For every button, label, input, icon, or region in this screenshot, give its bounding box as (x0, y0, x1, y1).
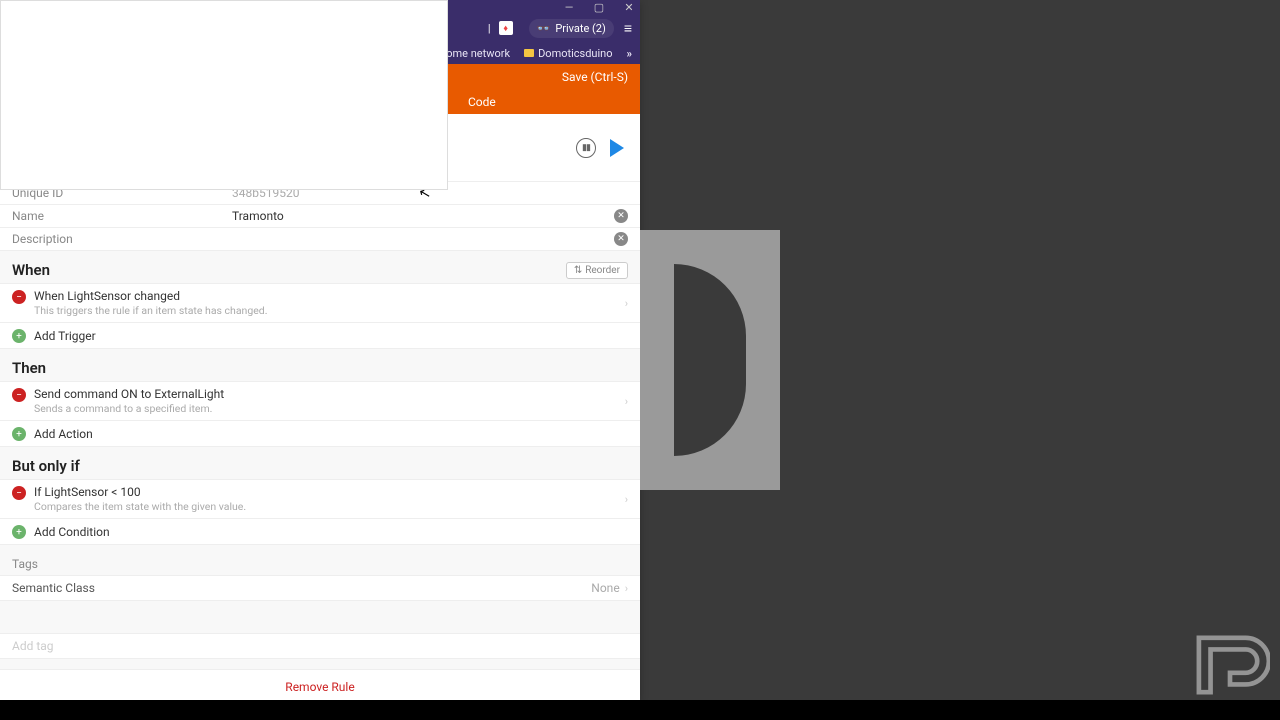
section-butonlyif: But only if (0, 447, 640, 479)
section-when: When ⇅ Reorder (0, 251, 640, 283)
add-icon: + (12, 427, 26, 441)
semantic-class-value: None (591, 581, 619, 595)
pause-button[interactable]: ▮▮ (576, 138, 596, 158)
chevron-right-icon: › (625, 582, 628, 595)
watermark-logo (1190, 630, 1270, 700)
when-heading: When (12, 261, 566, 279)
maximize-button[interactable]: ▢ (594, 2, 604, 12)
reorder-button[interactable]: ⇅ Reorder (566, 262, 628, 279)
chevron-right-icon: › (625, 297, 628, 310)
semantic-class-row[interactable]: Semantic Class None › (0, 575, 640, 601)
action-item[interactable]: − Send command ON to ExternalLight Sends… (0, 381, 640, 421)
name-label: Name (12, 209, 232, 223)
folder-icon (524, 49, 534, 57)
description-label: Description (12, 232, 232, 246)
glasses-icon: 👓 (537, 22, 551, 35)
private-label: Private (2) (555, 22, 606, 35)
background-logo (640, 230, 780, 490)
tab-code[interactable]: Code (468, 95, 496, 109)
field-description[interactable]: Description ✕ (0, 228, 640, 251)
remove-condition-icon[interactable]: − (12, 486, 26, 500)
add-action-button[interactable]: + Add Action (0, 421, 640, 447)
add-tag-input[interactable]: Add tag (0, 633, 640, 659)
clear-name-icon[interactable]: ✕ (614, 209, 628, 223)
add-condition-button[interactable]: + Add Condition (0, 519, 640, 545)
condition-subtitle: Compares the item state with the given v… (34, 500, 619, 513)
bottom-black-bar (0, 700, 1280, 720)
trigger-item[interactable]: − When LightSensor changed This triggers… (0, 283, 640, 323)
remove-trigger-icon[interactable]: − (12, 290, 26, 304)
rule-editor-content: Unique ID 348b519520 Name Tramonto ✕ Des… (0, 182, 640, 700)
run-button[interactable] (610, 139, 624, 157)
overlay-window (0, 0, 448, 190)
butonlyif-heading: But only if (12, 457, 628, 475)
chevron-right-icon: › (625, 493, 628, 506)
name-value: Tramonto (232, 209, 614, 223)
bookmark-overflow[interactable]: » (627, 47, 633, 60)
trigger-subtitle: This triggers the rule if an item state … (34, 304, 619, 317)
then-heading: Then (12, 359, 628, 377)
action-title: Send command ON to ExternalLight (34, 387, 619, 401)
hamburger-menu-icon[interactable]: ≡ (624, 20, 632, 37)
close-button[interactable]: ✕ (624, 2, 634, 12)
bookmark-domoticsduino[interactable]: Domoticsduino (524, 47, 612, 60)
add-trigger-button[interactable]: + Add Trigger (0, 323, 640, 349)
section-then: Then (0, 349, 640, 381)
tags-heading: Tags (0, 545, 640, 575)
add-icon: + (12, 525, 26, 539)
brave-shield-icon[interactable]: ♦ (499, 21, 513, 35)
remove-rule-row: Remove Rule (0, 669, 640, 700)
clear-description-icon[interactable]: ✕ (614, 232, 628, 246)
action-subtitle: Sends a command to a specified item. (34, 402, 619, 415)
semantic-class-label: Semantic Class (12, 581, 591, 595)
field-name[interactable]: Name Tramonto ✕ (0, 205, 640, 228)
condition-title: If LightSensor < 100 (34, 485, 619, 499)
add-icon: + (12, 329, 26, 343)
remove-rule-button[interactable]: Remove Rule (285, 680, 354, 694)
private-mode-badge[interactable]: 👓 Private (2) (529, 19, 614, 38)
reorder-icon: ⇅ (574, 265, 582, 276)
trigger-title: When LightSensor changed (34, 289, 619, 303)
save-button[interactable]: Save (Ctrl-S) (562, 70, 628, 84)
minimize-button[interactable]: — (564, 2, 574, 12)
remove-action-icon[interactable]: − (12, 388, 26, 402)
condition-item[interactable]: − If LightSensor < 100 Compares the item… (0, 479, 640, 519)
chevron-right-icon: › (625, 395, 628, 408)
